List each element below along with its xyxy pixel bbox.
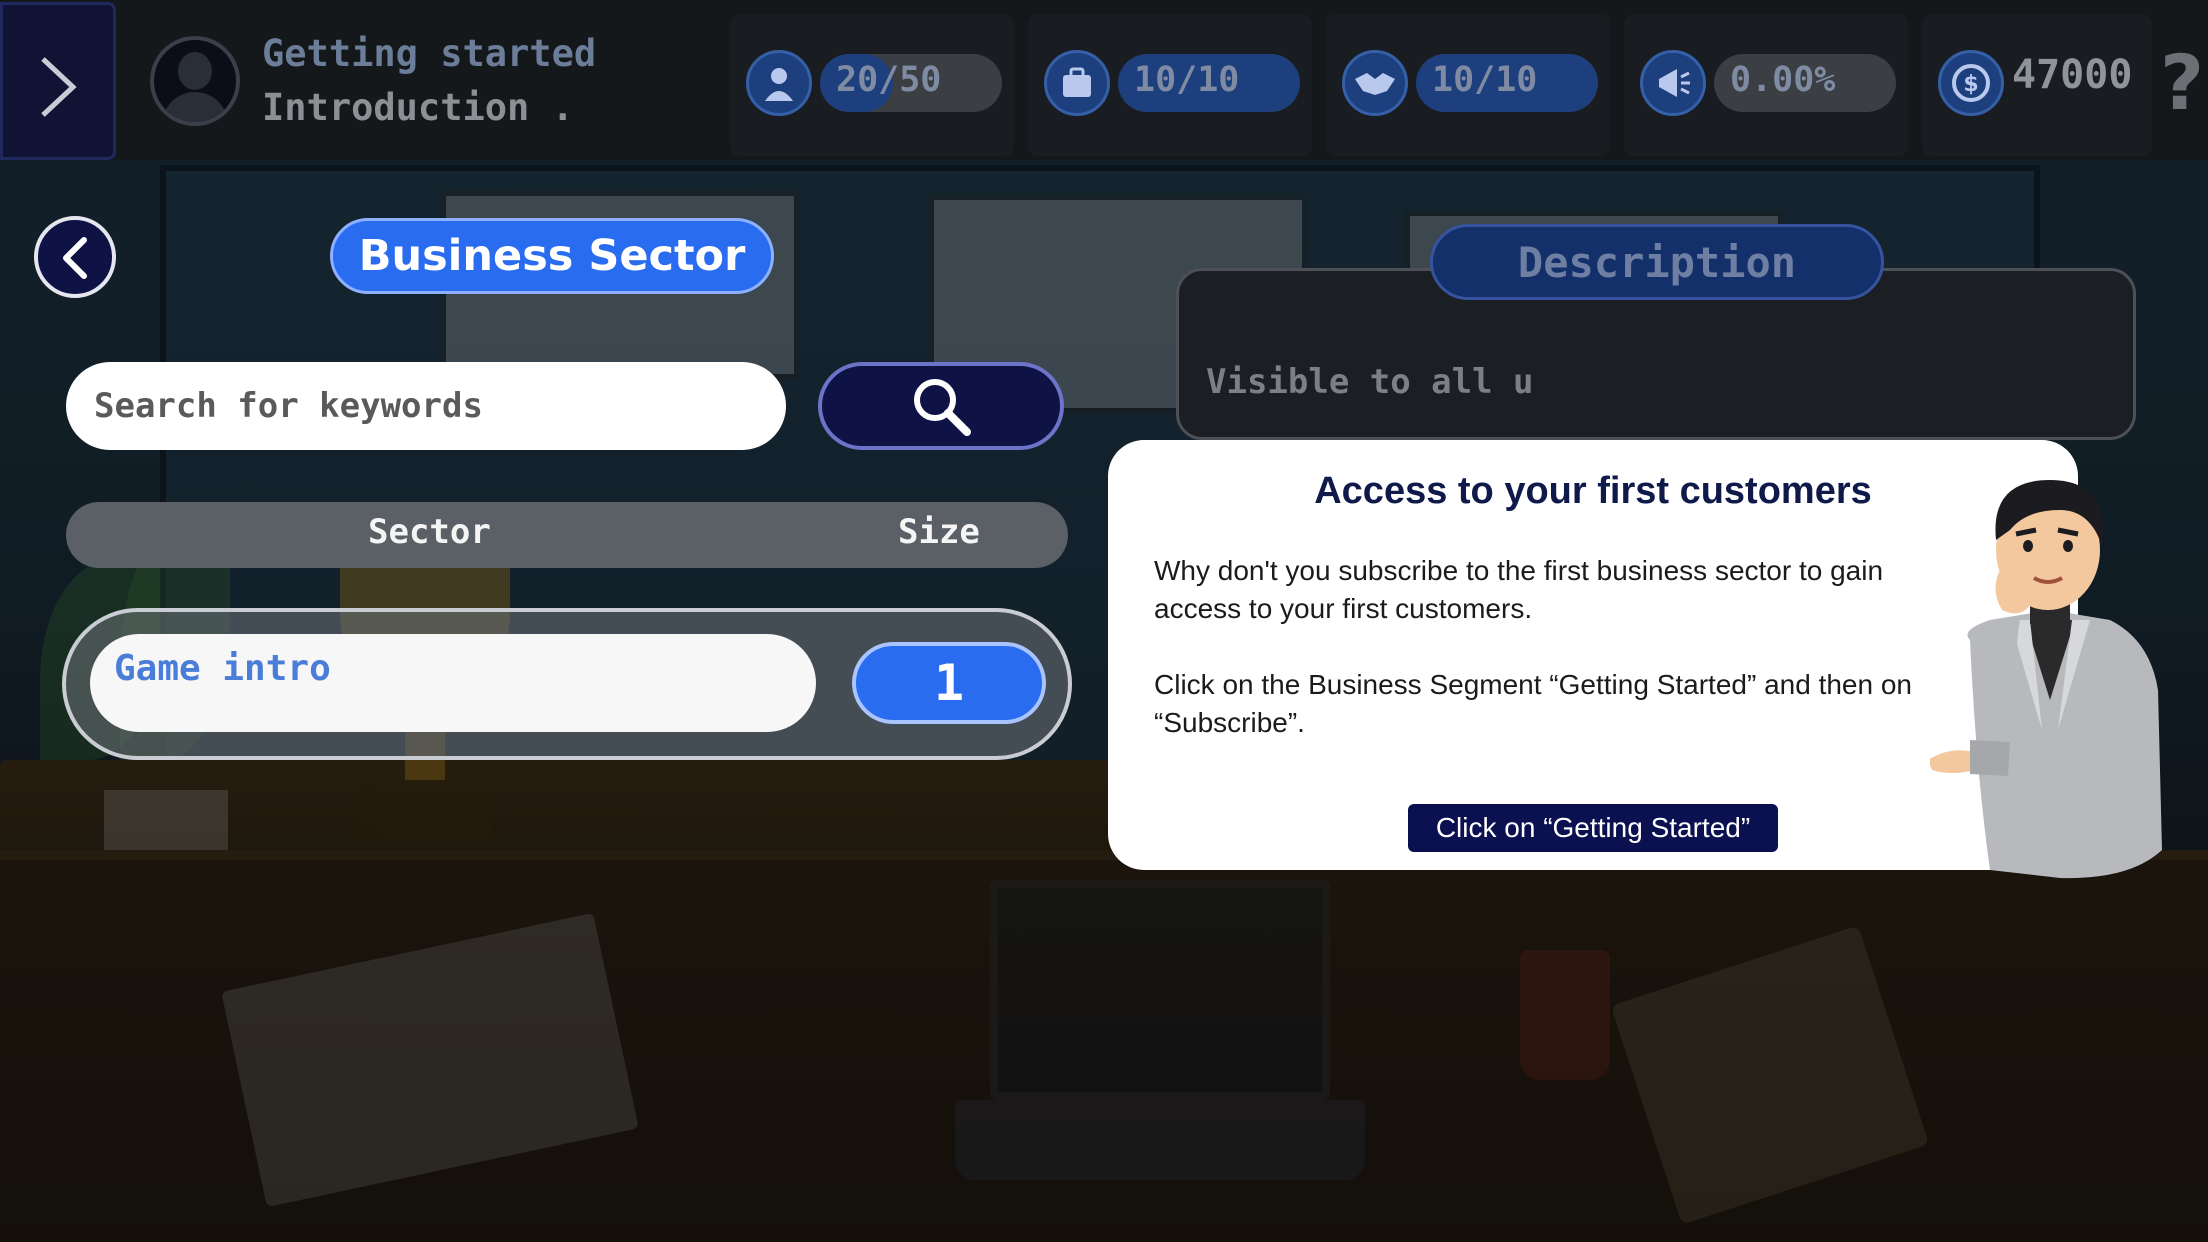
search-input[interactable] xyxy=(66,362,786,450)
coin-icon: $ xyxy=(1938,50,2004,116)
chapter-subtitle: Introduction . xyxy=(262,86,574,129)
chevron-left-icon xyxy=(63,237,87,279)
stat-bar: 0.00% xyxy=(1714,54,1896,112)
coin-balance: 47000 xyxy=(2012,52,2133,98)
search-button[interactable] xyxy=(818,362,1064,450)
stat-projects[interactable]: 10/10 xyxy=(1028,14,1312,156)
description-title: Description xyxy=(1430,224,1884,300)
getting-started-button[interactable]: Click on “Getting Started” xyxy=(1408,804,1778,852)
stat-bar: 20/50 xyxy=(820,54,1002,112)
sector-table-header: Sector Size xyxy=(66,502,1068,568)
stat-value: 10/10 xyxy=(1432,60,1538,100)
tutorial-body: Why don't you subscribe to the first bus… xyxy=(1154,552,1944,780)
tutorial-paragraph: Why don't you subscribe to the first bus… xyxy=(1154,555,1884,624)
business-sector-title: Business Sector xyxy=(330,218,774,294)
back-button[interactable] xyxy=(34,216,116,298)
handshake-icon xyxy=(1342,50,1408,116)
stat-employees[interactable]: 20/50 xyxy=(730,14,1014,156)
chapter-info: Getting started Introduction . xyxy=(262,28,596,136)
table-row[interactable]: Game intro 1 xyxy=(62,608,1072,760)
svg-text:$: $ xyxy=(1963,72,1978,97)
employee-icon xyxy=(746,50,812,116)
stat-value: 0.00% xyxy=(1730,60,1836,100)
menu-toggle-button[interactable] xyxy=(0,2,116,160)
briefcase-icon xyxy=(1044,50,1110,116)
guide-character xyxy=(1930,480,2162,879)
sector-size-badge[interactable]: 1 xyxy=(852,642,1046,724)
help-button[interactable]: ? xyxy=(2160,38,2204,128)
megaphone-icon xyxy=(1640,50,1706,116)
chapter-title: Getting started xyxy=(262,32,597,75)
stat-partners[interactable]: 10/10 xyxy=(1326,14,1610,156)
avatar[interactable] xyxy=(150,36,240,126)
chevron-right-icon xyxy=(41,57,77,117)
stat-value: 10/10 xyxy=(1134,60,1240,100)
sector-name-cell[interactable]: Game intro xyxy=(90,634,816,732)
column-header-sector: Sector xyxy=(368,512,491,552)
stat-bar: 10/10 xyxy=(1118,54,1300,112)
column-header-size: Size xyxy=(898,512,980,552)
tutorial-paragraph: Click on the Business Segment “Getting S… xyxy=(1154,669,1912,738)
search-icon xyxy=(914,379,971,436)
stat-marketing[interactable]: 0.00% xyxy=(1624,14,1908,156)
sector-name: Game intro xyxy=(114,648,331,689)
stat-bar: 10/10 xyxy=(1416,54,1598,112)
stat-value: 20/50 xyxy=(836,60,942,100)
description-text: Visible to all u xyxy=(1206,362,1534,402)
top-bar: Getting started Introduction . 20/50 10/… xyxy=(0,0,2208,160)
